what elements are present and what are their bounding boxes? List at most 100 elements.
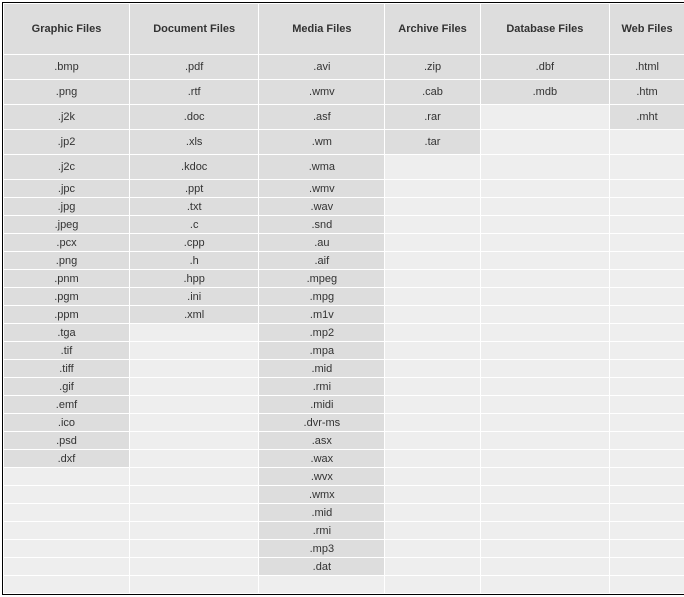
cell (610, 522, 684, 540)
cell: .rmi (259, 378, 385, 396)
cell (480, 540, 609, 558)
cell (610, 414, 684, 432)
cell (480, 324, 609, 342)
cell: .doc (129, 105, 258, 130)
cell (610, 216, 684, 234)
cell (385, 396, 480, 414)
cell: .wmx (259, 486, 385, 504)
table-row: .dxf.wax (4, 450, 684, 468)
cell (610, 130, 684, 155)
cell (480, 130, 609, 155)
cell: .ini (129, 288, 258, 306)
table-row: .dat (4, 558, 684, 576)
cell: .midi (259, 396, 385, 414)
cell (129, 396, 258, 414)
cell: .tar (385, 130, 480, 155)
col-header-5: Web Files (610, 4, 684, 55)
cell: .pgm (4, 288, 130, 306)
cell (385, 234, 480, 252)
cell: .ico (4, 414, 130, 432)
cell (385, 216, 480, 234)
table-row: .gif.rmi (4, 378, 684, 396)
cell (610, 396, 684, 414)
table-row: .png.rtf.wmv.cab.mdb.htm (4, 80, 684, 105)
cell (480, 252, 609, 270)
cell (610, 468, 684, 486)
cell: .pdf (129, 55, 258, 80)
cell (4, 522, 130, 540)
cell: .cab (385, 80, 480, 105)
cell: .dbf (480, 55, 609, 80)
cell (480, 576, 609, 594)
cell: .j2k (4, 105, 130, 130)
cell (385, 558, 480, 576)
cell (385, 486, 480, 504)
cell (129, 432, 258, 450)
cell: .xml (129, 306, 258, 324)
cell (480, 270, 609, 288)
table-row: .wvx (4, 468, 684, 486)
cell: .psd (4, 432, 130, 450)
cell: .png (4, 80, 130, 105)
cell: .wm (259, 130, 385, 155)
cell: .htm (610, 80, 684, 105)
cell (610, 540, 684, 558)
table-row: .tif.mpa (4, 342, 684, 360)
cell: .wav (259, 198, 385, 216)
cell: .rtf (129, 80, 258, 105)
cell (385, 414, 480, 432)
cell (610, 432, 684, 450)
cell: .dxf (4, 450, 130, 468)
cell (480, 468, 609, 486)
cell (385, 432, 480, 450)
cell (129, 558, 258, 576)
cell: .mid (259, 360, 385, 378)
table-row: .rmi (4, 522, 684, 540)
table-row: .mp3 (4, 540, 684, 558)
cell (610, 234, 684, 252)
cell: .asf (259, 105, 385, 130)
cell: .snd (259, 216, 385, 234)
cell (610, 198, 684, 216)
cell: .mp2 (259, 324, 385, 342)
cell: .mid (259, 504, 385, 522)
cell: .pnm (4, 270, 130, 288)
cell (129, 450, 258, 468)
table-row: .emf.midi (4, 396, 684, 414)
cell (129, 504, 258, 522)
table-row (4, 576, 684, 594)
cell: .asx (259, 432, 385, 450)
table-row: .j2k.doc.asf.rar.mht (4, 105, 684, 130)
cell (480, 486, 609, 504)
cell (610, 270, 684, 288)
cell: .c (129, 216, 258, 234)
cell (480, 450, 609, 468)
table-row: .jpg.txt.wav (4, 198, 684, 216)
col-header-3: Archive Files (385, 4, 480, 55)
cell: .wma (259, 155, 385, 180)
cell: .mht (610, 105, 684, 130)
cell: .h (129, 252, 258, 270)
cell (385, 342, 480, 360)
cell (129, 486, 258, 504)
cell (385, 540, 480, 558)
cell (480, 504, 609, 522)
cell (610, 288, 684, 306)
cell: .wvx (259, 468, 385, 486)
cell (610, 180, 684, 198)
cell (610, 450, 684, 468)
cell: .aif (259, 252, 385, 270)
cell (385, 324, 480, 342)
cell: .pcx (4, 234, 130, 252)
table-row: .pnm.hpp.mpeg (4, 270, 684, 288)
col-header-4: Database Files (480, 4, 609, 55)
table-row: .pcx.cpp.au (4, 234, 684, 252)
cell: .zip (385, 55, 480, 80)
cell (610, 504, 684, 522)
col-header-1: Document Files (129, 4, 258, 55)
table-row: .png.h.aif (4, 252, 684, 270)
cell (480, 105, 609, 130)
cell (129, 378, 258, 396)
cell (385, 522, 480, 540)
cell: .jpg (4, 198, 130, 216)
